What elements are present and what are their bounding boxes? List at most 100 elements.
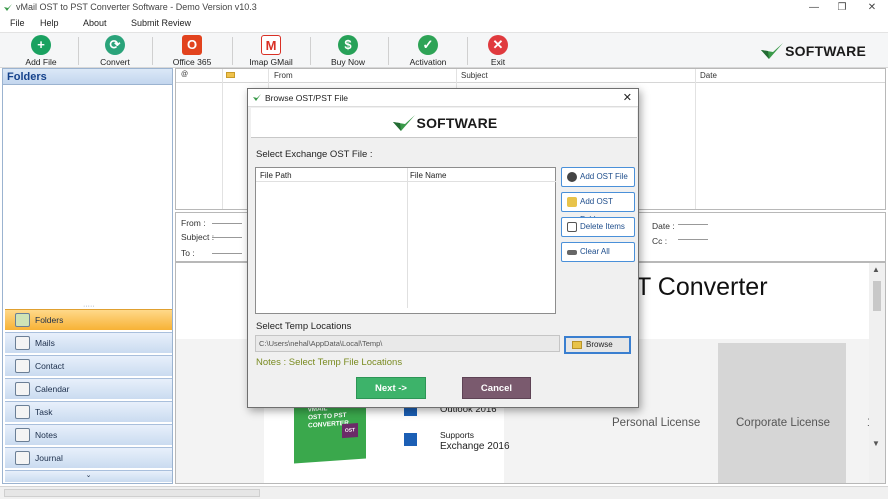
brand-text: SOFTWARE — [785, 43, 866, 59]
window-title: vMail OST to PST Converter Software - De… — [16, 2, 257, 12]
nav-folders[interactable]: Folders — [5, 309, 172, 330]
delete-items-label: Delete Items — [580, 222, 625, 231]
from-value-line — [212, 223, 242, 224]
app-logo-icon — [4, 4, 12, 11]
scroll-up-icon[interactable]: ▲ — [872, 265, 880, 274]
nav-mails[interactable]: Mails — [5, 332, 172, 353]
status-bar — [0, 486, 888, 499]
buy-now-label: Buy Now — [330, 57, 365, 67]
buy-now-button[interactable]: $ Buy Now — [324, 35, 372, 67]
folder-icon — [572, 341, 582, 349]
cancel-button[interactable]: Cancel — [462, 377, 531, 399]
subject-label: Subject : — [181, 232, 215, 242]
add-ost-folder-button[interactable]: Add OST Folder — [561, 192, 635, 224]
add-ost-file-button[interactable]: Add OST File — [561, 167, 635, 187]
progress-bar — [4, 489, 260, 497]
menu-bar: File Help About Submit Review — [0, 16, 888, 32]
browse-dialog: Browse OST/PST File ✕ SOFTWARE Select Ex… — [247, 88, 639, 408]
exit-button[interactable]: ✕ Exit — [480, 35, 516, 67]
toolbar: + Add File ⟳ Convert O Office 365 M Imap… — [0, 32, 888, 68]
file-list-header-line — [256, 181, 556, 182]
nav-contact[interactable]: Contact — [5, 355, 172, 376]
date-value-line — [678, 224, 708, 225]
trash-icon — [567, 222, 577, 232]
contact-icon — [15, 359, 30, 373]
next-button[interactable]: Next -> — [356, 377, 426, 399]
dialog-close-button[interactable]: ✕ — [623, 91, 632, 104]
nav-contact-label: Contact — [35, 361, 65, 371]
cc-label: Cc : — [652, 236, 668, 246]
clear-all-button[interactable]: Clear All — [561, 242, 635, 262]
preview-title: T Converter — [636, 273, 768, 301]
col-file-name[interactable]: File Name — [410, 171, 446, 180]
nav-calendar-label: Calendar — [35, 384, 70, 394]
nav-notes[interactable]: Notes — [5, 424, 172, 445]
minimize-button[interactable]: — — [800, 0, 828, 16]
exit-label: Exit — [490, 57, 506, 67]
mail-grid-header: @ From Subject Date — [176, 69, 885, 83]
mail-icon — [15, 336, 30, 350]
preview-scrollbar[interactable]: ▲ ▼ — [869, 263, 885, 483]
dialog-title: Browse OST/PST File — [265, 93, 348, 103]
browse-label: Browse — [586, 340, 613, 349]
dialog-logo-icon — [253, 94, 261, 101]
toolbar-divider — [388, 37, 389, 65]
add-circle-icon — [567, 172, 577, 182]
maximize-button[interactable]: ❐ — [828, 0, 856, 16]
grid-divider — [695, 69, 696, 209]
title-bar: vMail OST to PST Converter Software - De… — [0, 0, 888, 16]
toolbar-divider — [152, 37, 153, 65]
office-icon: O — [182, 35, 202, 55]
personal-license[interactable]: Personal License — [612, 417, 700, 429]
nav-overflow-chevron-icon[interactable]: ⌄ — [5, 470, 172, 482]
nav-task[interactable]: Task — [5, 401, 172, 422]
office365-button[interactable]: O Office 365 — [166, 35, 218, 67]
scroll-down-icon[interactable]: ▼ — [872, 439, 880, 448]
browse-button[interactable]: Browse — [564, 336, 631, 354]
scroll-thumb[interactable] — [873, 281, 881, 311]
convert-icon: ⟳ — [105, 35, 125, 55]
to-label: To : — [181, 248, 195, 258]
imap-gmail-label: Imap GMail — [249, 57, 293, 67]
notes-icon — [15, 428, 30, 442]
journal-icon — [15, 451, 30, 465]
calendar-icon — [15, 382, 30, 396]
nav-journal-label: Journal — [35, 453, 63, 463]
exchange-icon — [404, 433, 417, 446]
convert-button[interactable]: ⟳ Convert — [90, 35, 140, 67]
corporate-license[interactable]: Corporate License — [736, 417, 830, 429]
select-ost-label: Select Exchange OST File : — [256, 149, 373, 160]
close-button[interactable]: ✕ — [858, 0, 886, 16]
delete-items-button[interactable]: Delete Items — [561, 217, 635, 237]
clear-all-label: Clear All — [580, 247, 610, 256]
col-subject[interactable]: Subject — [461, 71, 488, 80]
imap-gmail-button[interactable]: M Imap GMail — [245, 35, 297, 67]
ost-file-list[interactable]: File Path File Name — [255, 167, 556, 314]
notes-text: Notes : Select Temp File Locations — [256, 357, 403, 368]
nav-calendar[interactable]: Calendar — [5, 378, 172, 399]
menu-file[interactable]: File — [10, 18, 25, 28]
attachment-icon[interactable]: @ — [181, 71, 188, 78]
add-file-button[interactable]: + Add File — [16, 35, 66, 67]
to-value-line — [212, 253, 242, 254]
menu-about[interactable]: About — [83, 18, 107, 28]
menu-submit-review[interactable]: Submit Review — [131, 18, 191, 28]
brand-logo: SOFTWARE — [759, 41, 866, 61]
date-label: Date : — [652, 221, 675, 231]
col-date[interactable]: Date — [700, 71, 717, 80]
toolbar-divider — [310, 37, 311, 65]
flag-icon[interactable] — [226, 72, 235, 78]
subject-value-line — [212, 237, 242, 238]
menu-help[interactable]: Help — [40, 18, 59, 28]
col-from[interactable]: From — [274, 71, 293, 80]
activation-label: Activation — [409, 57, 447, 67]
activation-button[interactable]: ✓ Activation — [403, 35, 453, 67]
dollar-icon: $ — [338, 35, 358, 55]
from-label: From : — [181, 218, 206, 228]
office365-label: Office 365 — [172, 57, 212, 67]
task-icon — [15, 405, 30, 419]
temp-path-field[interactable]: C:\Users\nehal\AppData\Local\Temp\ — [255, 335, 560, 352]
temp-location-label: Select Temp Locations — [256, 321, 352, 332]
col-file-path[interactable]: File Path — [260, 171, 292, 180]
nav-journal[interactable]: Journal — [5, 447, 172, 468]
